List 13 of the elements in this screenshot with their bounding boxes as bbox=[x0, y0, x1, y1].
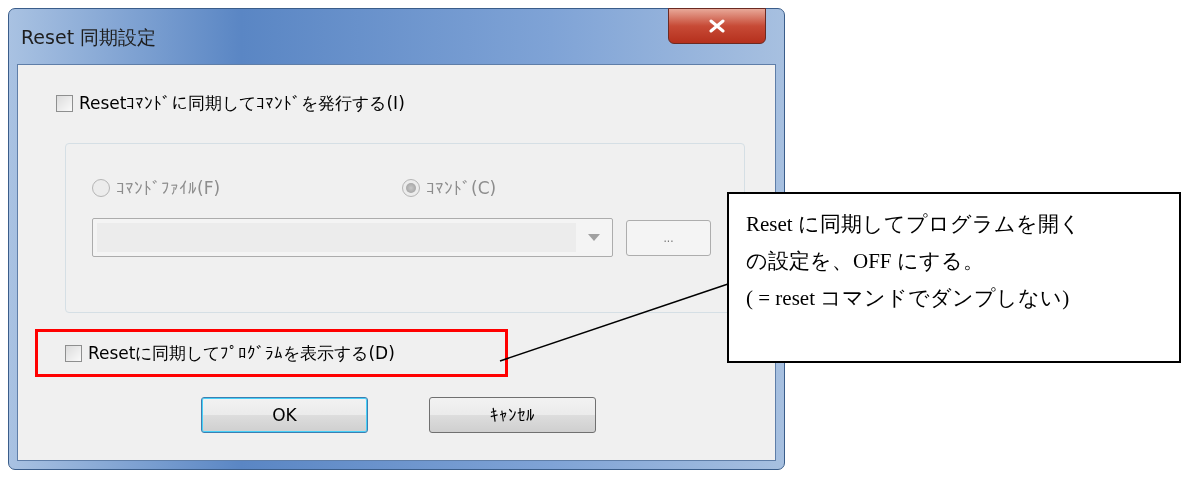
close-button[interactable] bbox=[668, 8, 766, 44]
callout-text: Reset に同期してプログラムを開く bbox=[746, 211, 1082, 238]
checkbox[interactable] bbox=[56, 95, 73, 112]
dropdown-arrow-icon bbox=[588, 234, 600, 241]
checkbox-label[interactable]: Resetｺﾏﾝﾄﾞに同期してｺﾏﾝﾄﾞを発行する(I) bbox=[79, 92, 405, 115]
cancel-button[interactable]: ｷｬﾝｾﾙ bbox=[429, 397, 596, 433]
ok-button[interactable]: OK bbox=[201, 397, 368, 433]
close-icon bbox=[708, 19, 726, 33]
callout-text: ( = reset コマンドでダンプしない) bbox=[746, 285, 1071, 312]
window-title: Reset 同期設定 bbox=[20, 24, 157, 50]
checkbox[interactable] bbox=[65, 344, 82, 362]
callout-text: の設定を、OFF にする。 bbox=[746, 248, 985, 275]
checkbox-label[interactable]: Resetに同期してﾌﾟﾛｸﾞﾗﾑを表示する(D) bbox=[88, 341, 395, 365]
